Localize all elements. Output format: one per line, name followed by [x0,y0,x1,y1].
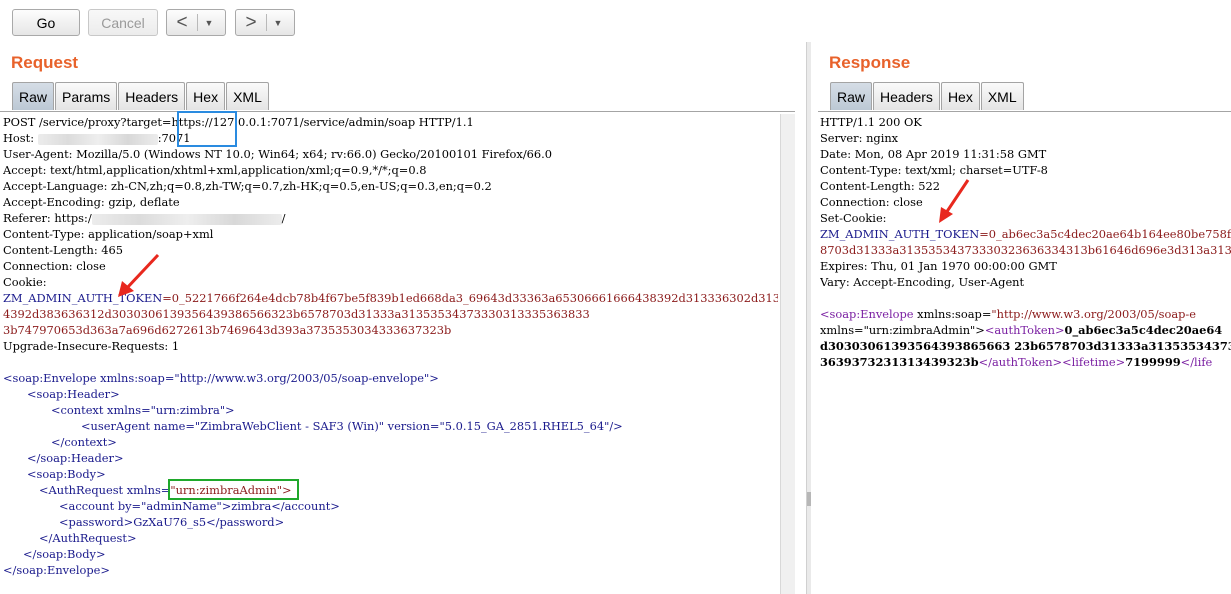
xml-line: <password>GzXaU76_s5</password> [59,515,285,529]
response-line: Connection: close [820,195,923,209]
forward-arrow-icon: > [245,11,257,33]
request-line: Accept-Encoding: gzip, deflate [3,195,180,209]
cookie-line: 4392d383636312d3030306139356439386566323… [3,307,590,321]
xml-line: xmlns="urn:zimbraAdmin"><authToken>0_ab6… [820,323,1223,337]
split-divider[interactable] [806,42,811,594]
request-line: POST /service/proxy?target=https://127.0… [3,115,474,129]
tab-underline [0,111,795,112]
redacted-host [37,133,158,145]
xml-line: 3639373231313439323b</authToken><lifetim… [820,355,1213,369]
request-line: Cookie: [3,275,47,289]
tab-headers[interactable]: Headers [873,82,940,110]
cancel-button[interactable]: Cancel [88,9,158,36]
chevron-down-icon[interactable]: ▼ [198,18,220,28]
toolbar: Go Cancel < ▼ > ▼ [0,0,1231,42]
request-line: Content-Length: 465 [3,243,124,257]
response-line: Date: Mon, 08 Apr 2019 11:31:58 GMT [820,147,1047,161]
chevron-down-icon[interactable]: ▼ [267,18,289,28]
request-line: Accept: text/html,application/xhtml+xml,… [3,163,427,177]
cookie-line: 3b747970653d363a7a696d6272613b7469643d39… [3,323,452,337]
tab-xml[interactable]: XML [226,82,269,110]
tab-xml[interactable]: XML [980,82,1024,110]
cookie-name: ZM_ADMIN_AUTH_TOKEN [3,291,163,305]
request-scrollbar[interactable] [780,114,795,594]
response-line: Expires: Thu, 01 Jan 1970 00:00:00 GMT [820,259,1057,273]
tab-hex[interactable]: Hex [940,82,980,110]
request-tabs: Raw Params Headers Hex XML [12,82,270,111]
forward-button[interactable]: > ▼ [235,9,295,36]
tab-raw[interactable]: Raw [12,82,55,110]
drag-handle[interactable] [807,492,811,506]
tab-params[interactable]: Params [55,82,118,110]
request-line: Referer: https:// [3,211,286,225]
response-line: Set-Cookie: [820,211,887,225]
response-line: Content-Type: text/xml; charset=UTF-8 [820,163,1048,177]
redacted-referer [91,213,282,225]
request-line: Accept-Language: zh-CN,zh;q=0.8,zh-TW;q=… [3,179,492,193]
response-line: Content-Length: 522 [820,179,941,193]
response-title: Response [829,53,911,72]
tab-raw[interactable]: Raw [830,82,873,110]
request-line: Content-Type: application/soap+xml [3,227,214,241]
response-editor[interactable]: HTTP/1.1 200 OK Server: nginx Date: Mon,… [820,114,1231,594]
xml-line: </soap:Envelope> [3,563,110,577]
xml-line: </soap:Body> [23,547,106,561]
highlight-target-box [177,111,237,147]
response-line: Server: nginx [820,131,899,145]
tab-headers[interactable]: Headers [118,82,186,110]
xml-line: </context> [51,435,117,449]
back-button[interactable]: < ▼ [166,9,226,36]
response-line: HTTP/1.1 200 OK [820,115,922,129]
tab-underline [818,111,1231,112]
xml-line: <context xmlns="urn:zimbra"> [51,403,235,417]
cookie-line: ZM_ADMIN_AUTH_TOKEN=0_ab6ec3a5c4dec20ae6… [820,227,1231,241]
cookie-line: 8703d31333a31353534373330323636334313b61… [820,243,1231,257]
xml-line: </AuthRequest> [39,531,137,545]
tab-hex[interactable]: Hex [186,82,226,110]
xml-line: <soap:Header> [27,387,120,401]
xml-line: <userAgent name="ZimbraWebClient - SAF3 … [81,419,623,433]
request-line: Connection: close [3,259,106,273]
xml-line: <AuthRequest xmlns="urn:zimbraAdmin"> [39,483,292,497]
cookie-line: ZM_ADMIN_AUTH_TOKEN=0_5221766f264e4dcb78… [3,290,778,306]
response-line: Vary: Accept-Encoding, User-Agent [820,275,1025,289]
cookie-value: =0_5221766f264e4dcb78b4f67be5f839b1ed668… [162,291,778,305]
xml-line: <soap:Envelope xmlns:soap="http://www.w3… [3,371,439,385]
xml-line: d30303061393564393865663 23b6578703d3133… [820,339,1231,353]
request-editor[interactable]: POST /service/proxy?target=https://127.0… [3,114,778,594]
request-line: Upgrade-Insecure-Requests: 1 [3,339,180,353]
highlight-xmlns-box [168,479,299,500]
request-title: Request [11,53,79,72]
go-button[interactable]: Go [12,9,80,36]
request-line: User-Agent: Mozilla/5.0 (Windows NT 10.0… [3,147,553,161]
response-tabs: Raw Headers Hex XML [830,82,1025,111]
xml-line: <soap:Body> [27,467,106,481]
back-arrow-icon: < [176,11,188,33]
request-line: Host: :7071 [3,131,191,145]
xml-line: </soap:Header> [27,451,124,465]
xml-line: <account by="adminName">zimbra</account> [59,499,340,513]
xml-line: <soap:Envelope xmlns:soap="http://www.w3… [820,307,1197,321]
